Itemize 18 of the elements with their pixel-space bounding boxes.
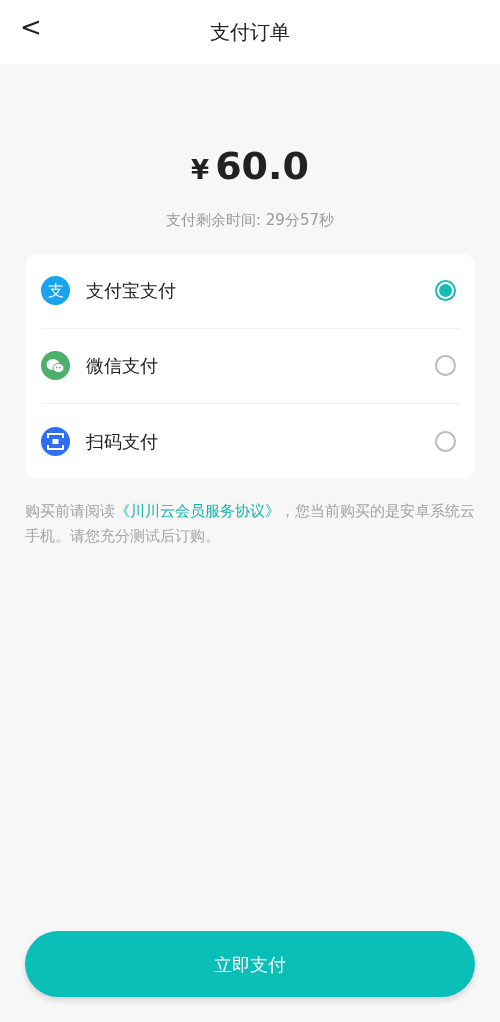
payment-label: 支付宝支付 [86, 279, 177, 303]
page-title: 支付订单 [210, 19, 290, 46]
back-button[interactable]: < [14, 14, 48, 40]
payment-option[interactable]: 扫码支付 [41, 403, 459, 479]
payment-label: 扫码支付 [86, 429, 159, 454]
countdown-text: 支付剩余时间: 29分57秒 [165, 210, 335, 231]
radio-button[interactable] [435, 430, 456, 452]
radio-button[interactable] [435, 355, 456, 376]
payment-option[interactable]: 微信支付 [41, 328, 459, 404]
payment-option[interactable]: 支 支付宝支付 [41, 253, 459, 329]
payment-label: 微信支付 [86, 354, 159, 378]
scan-icon [41, 426, 70, 456]
alipay-icon: 支 [41, 276, 70, 305]
agreement-notice: 购买前请阅读《川川云会员服务协议》，您当前购买的是安卓系统云手机。请您充分测试后订购。 [25, 501, 475, 546]
chat-bubbles-icon [41, 351, 70, 380]
amount-value: 60.0 [215, 144, 309, 188]
currency-symbol: ¥ [191, 155, 210, 185]
radio-button[interactable] [435, 280, 456, 301]
